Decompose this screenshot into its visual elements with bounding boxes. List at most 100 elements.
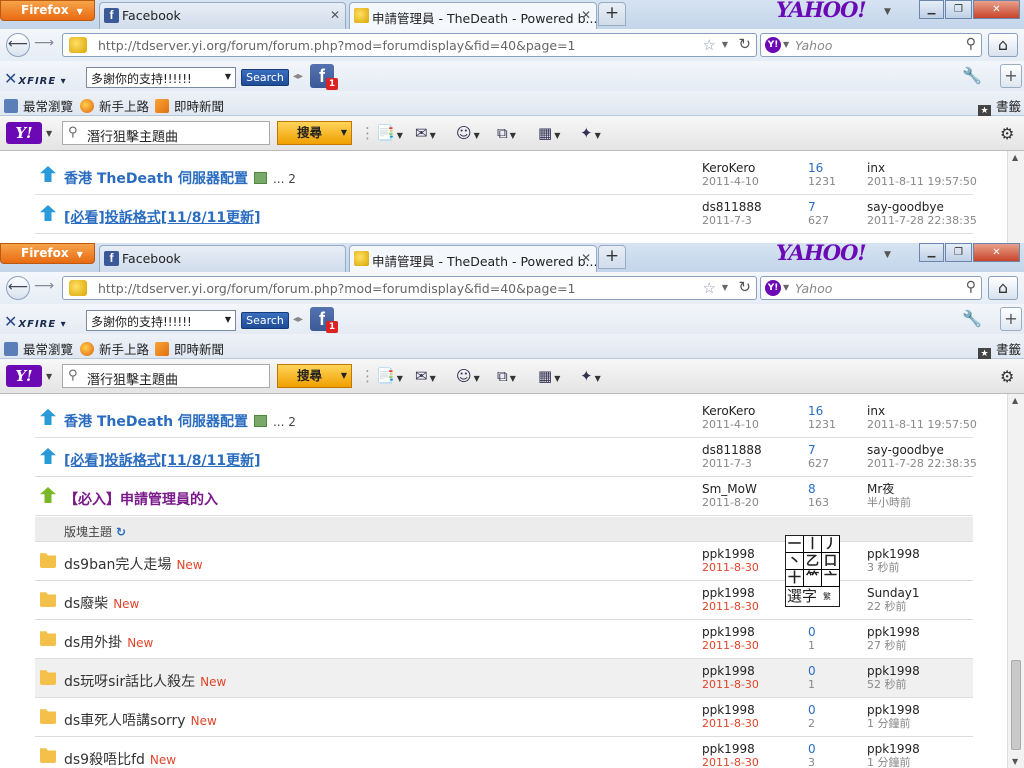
search-input[interactable]: Y! ▼ Yahoo ⚲ [760, 33, 982, 57]
thread-author[interactable]: KeroKero 2011-4-10 [702, 405, 759, 432]
facebook-notification-button[interactable]: f 1 [310, 64, 338, 90]
search-icon[interactable]: ⚲ [966, 279, 976, 295]
close-icon[interactable]: ✕ [581, 8, 591, 22]
bookmark-getting-started[interactable]: 新手上路 [80, 96, 149, 115]
new-tab-button[interactable]: + [598, 245, 626, 269]
bookmarks-menu-button[interactable]: ★ 書籤 [978, 96, 1021, 118]
site-identity-icon[interactable] [69, 280, 87, 296]
ime-key[interactable]: 丶 [786, 553, 804, 570]
ime-select-label[interactable]: 選字 [787, 588, 817, 605]
facebook-notification-button[interactable]: f 1 [310, 307, 338, 333]
restore-button[interactable]: ❐ [945, 243, 972, 262]
chevron-down-icon[interactable]: ▼ [722, 283, 728, 292]
back-button[interactable]: ⟵ [6, 33, 30, 57]
url-input[interactable]: http://tdserver.yi.org/forum/forum.php?m… [62, 33, 757, 57]
messenger-icon[interactable]: ☺ ▼ [456, 124, 480, 142]
scrollbar[interactable]: ▲ ▼ [1007, 394, 1024, 768]
close-icon[interactable]: ✕ [330, 8, 340, 22]
thread-author[interactable]: ds811888 2011-7-3 [702, 444, 762, 471]
yahoo-toolbar-logo[interactable]: Y! [6, 122, 42, 144]
thread-title[interactable]: 香港 TheDeath 伺服器配置... 2 [64, 411, 296, 431]
thread-title[interactable]: [必看]投訴格式[11/8/11更新] [64, 450, 261, 470]
yahoo-search-button[interactable]: 搜尋 ▼ [277, 121, 352, 145]
ime-input-panel[interactable]: 一 丨 丿 丶 乙 口 十 ⺮ 亠 選字 繁 [785, 535, 840, 607]
chevron-down-icon[interactable]: ▼ [884, 7, 891, 17]
tab-facebook[interactable]: f Facebook ✕ [99, 2, 346, 29]
restore-button[interactable]: ❐ [945, 0, 972, 19]
bookmarks-icon[interactable]: 📑 ▼ [376, 367, 403, 385]
yahoo-engine-icon[interactable]: Y! [765, 37, 781, 53]
reload-icon[interactable]: ↻ [738, 278, 751, 296]
add-toolbar-button[interactable]: + [1000, 64, 1022, 88]
thread-last-post[interactable]: say-goodbye 2011-7-28 22:38:35 [867, 201, 977, 228]
chevron-down-icon[interactable]: ▼ [884, 250, 891, 260]
xfire-status-select[interactable]: 多謝你的支持!!!!!! ▼ [86, 310, 236, 331]
thread-last-post[interactable]: ppk1998 52 秒前 [867, 665, 920, 692]
thread-last-post[interactable]: ppk1998 27 秒前 [867, 626, 920, 653]
thread-author[interactable]: ppk1998 2011-8-30 [702, 587, 759, 614]
bookmark-getting-started[interactable]: 新手上路 [80, 339, 149, 358]
games-icon[interactable]: ✦ ▼ [580, 367, 601, 385]
close-icon[interactable]: ✕ [581, 251, 591, 265]
thread-title[interactable]: ds車死人唔講sorry New [64, 710, 217, 730]
forward-button[interactable]: ⟶ [32, 276, 56, 300]
ime-key[interactable]: ⺮ [804, 570, 822, 587]
firefox-menu-button[interactable]: Firefox ▼ [0, 0, 95, 21]
back-button[interactable]: ⟵ [6, 276, 30, 300]
bookmark-most-visited[interactable]: 最常瀏覽 [4, 96, 73, 115]
search-input[interactable]: Y! ▼ Yahoo ⚲ [760, 276, 982, 300]
thread-author[interactable]: ppk1998 2011-8-30 [702, 743, 759, 768]
scrollbar[interactable]: ▲ [1007, 151, 1024, 243]
search-icon[interactable]: ⚲ [966, 36, 976, 52]
bookmarks-icon[interactable]: 📑 ▼ [376, 124, 403, 142]
games-icon[interactable]: ✦ ▼ [580, 124, 601, 142]
ime-key[interactable]: 丿 [822, 536, 840, 553]
thread-author[interactable]: ppk1998 2011-8-30 [702, 626, 759, 653]
thread-last-post[interactable]: say-goodbye 2011-7-28 22:38:35 [867, 444, 977, 471]
tab-facebook[interactable]: f Facebook [99, 245, 346, 272]
answers-icon[interactable]: ⧉ ▼ [497, 124, 516, 142]
thread-author[interactable]: ppk1998 2011-8-30 [702, 665, 759, 692]
scroll-up-icon[interactable]: ▲ [1012, 396, 1018, 405]
bookmark-star-icon[interactable]: ☆ [703, 279, 716, 297]
minimize-button[interactable]: ▁ [919, 0, 944, 19]
url-input[interactable]: http://tdserver.yi.org/forum/forum.php?m… [62, 276, 757, 300]
tab-thedeath[interactable]: 申請管理員 - TheDeath - Powered b... ✕ [349, 245, 597, 273]
thread-last-post[interactable]: ppk1998 3 秒前 [867, 548, 920, 575]
wrench-icon[interactable]: 🔧 [962, 309, 982, 328]
ime-key[interactable]: 一 [786, 536, 804, 553]
forward-button[interactable]: ⟶ [32, 33, 56, 57]
thread-title[interactable]: ds9ban完人走場 New [64, 554, 203, 574]
yahoo-search-button[interactable]: 搜尋 ▼ [277, 364, 352, 388]
add-toolbar-button[interactable]: + [1000, 307, 1022, 331]
messenger-icon[interactable]: ☺ ▼ [456, 367, 480, 385]
xfire-status-select[interactable]: 多謝你的支持!!!!!! ▼ [86, 67, 236, 88]
thread-author[interactable]: KeroKero 2011-4-10 [702, 162, 759, 189]
ime-key[interactable]: 十 [786, 570, 804, 587]
thread-author[interactable]: ds811888 2011-7-3 [702, 201, 762, 228]
mail-icon[interactable]: ✉ ▼ [415, 124, 436, 142]
ime-key[interactable]: 乙 [804, 553, 822, 570]
home-button[interactable]: ⌂ [988, 33, 1018, 57]
thread-author[interactable]: ppk1998 2011-8-30 [702, 548, 759, 575]
thread-title[interactable]: ds廢柴 New [64, 593, 139, 613]
calendar-icon[interactable]: ▦ ▼ [538, 367, 560, 385]
scroll-down-icon[interactable]: ▼ [1012, 757, 1018, 766]
thread-author[interactable]: Sm_MoW 2011-8-20 [702, 483, 759, 510]
calendar-icon[interactable]: ▦ ▼ [538, 124, 560, 142]
thread-title[interactable]: 香港 TheDeath 伺服器配置... 2 [64, 168, 296, 188]
chevron-down-icon[interactable]: ▼ [46, 129, 52, 138]
bookmark-most-visited[interactable]: 最常瀏覽 [4, 339, 73, 358]
yahoo-engine-icon[interactable]: Y! [765, 280, 781, 296]
xfire-search-button[interactable]: Search [241, 312, 289, 329]
thread-title[interactable]: ds玩呀sir話比人殺左 New [64, 671, 226, 691]
thread-last-post[interactable]: Sunday1 22 秒前 [867, 587, 920, 614]
chevron-down-icon[interactable]: ▼ [722, 40, 728, 49]
chevron-down-icon[interactable]: ▼ [783, 283, 789, 292]
close-window-button[interactable]: ✕ [973, 0, 1020, 19]
close-window-button[interactable]: ✕ [973, 243, 1020, 262]
ime-key[interactable]: 亠 [822, 570, 840, 587]
reload-icon[interactable]: ↻ [738, 35, 751, 53]
thread-last-post[interactable]: Mr夜 半小時前 [867, 483, 911, 510]
home-button[interactable]: ⌂ [988, 276, 1018, 300]
